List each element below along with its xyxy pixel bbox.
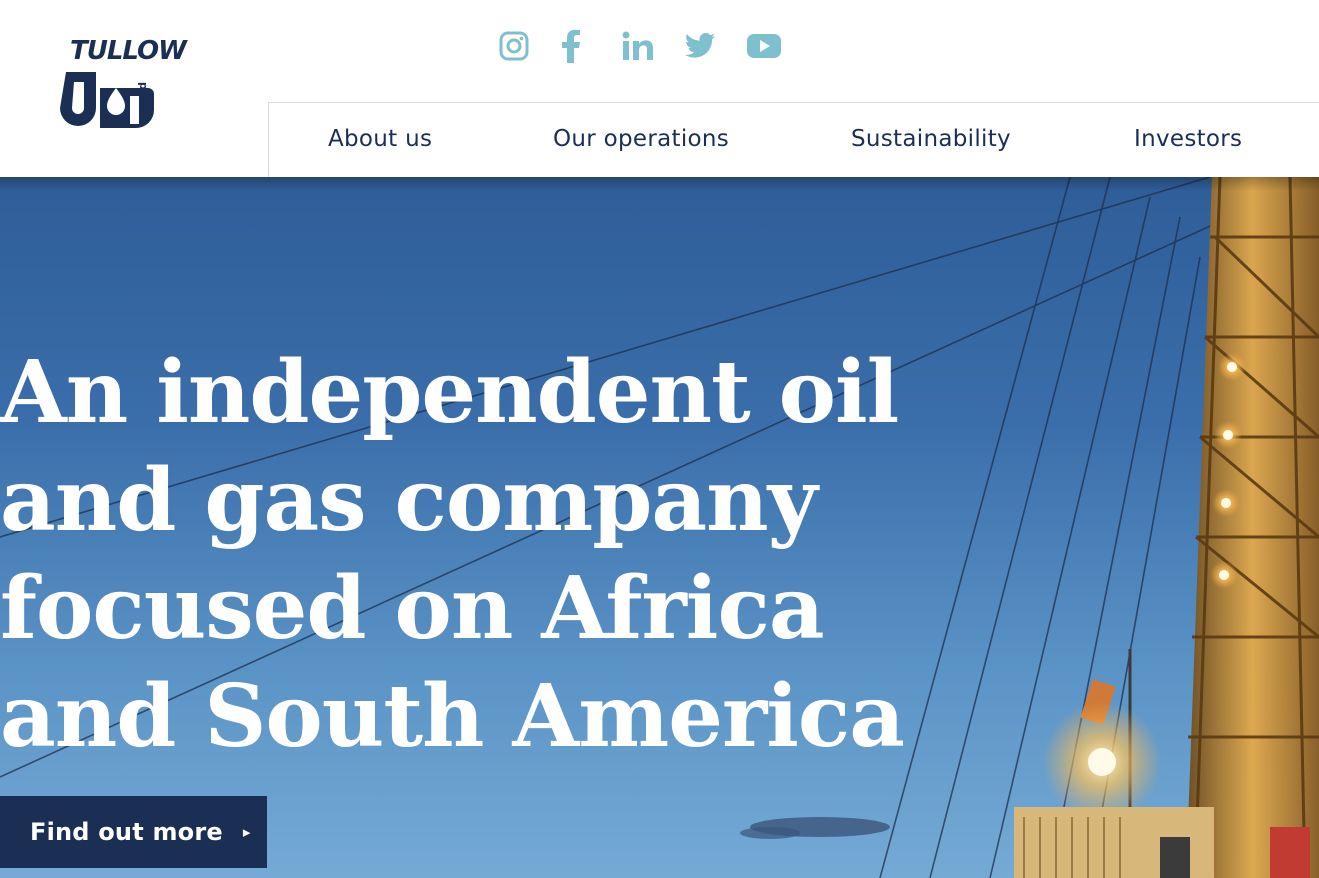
instagram-link[interactable] [498, 28, 560, 64]
linkedin-link[interactable] [622, 28, 684, 64]
header-shadow [0, 177, 1319, 191]
hero-headline-line-1: An independent oil [0, 342, 899, 443]
twitter-icon [685, 33, 715, 58]
youtube-link[interactable] [746, 28, 808, 64]
nav-item-about-us[interactable]: About us [328, 103, 432, 177]
social-links [498, 28, 808, 64]
nav-item-our-operations[interactable]: Our operations [553, 103, 729, 177]
logo-wordmark: TULLOW [70, 36, 187, 66]
main-navigation: About us Our operations Sustainability I… [268, 102, 1319, 177]
nav-item-investors[interactable]: Investors [1134, 103, 1242, 177]
play-arrow-icon: ▸ [242, 823, 251, 841]
hero-headline-line-2: and gas company [0, 450, 818, 551]
facebook-link[interactable] [560, 28, 622, 64]
youtube-icon [747, 34, 781, 58]
find-out-more-button[interactable]: Find out more ▸ [0, 796, 267, 868]
tullow-logo[interactable]: TULLOW plc [56, 36, 187, 136]
nav-item-sustainability[interactable]: Sustainability [851, 103, 1011, 177]
hero-headline-line-3: focused on Africa [0, 558, 825, 659]
linkedin-icon [622, 31, 653, 60]
hero-headline-line-4: and South America [0, 666, 905, 767]
instagram-icon [499, 31, 529, 61]
hero-banner: An independent oil and gas company focus… [0, 177, 1319, 878]
facebook-icon [562, 29, 580, 63]
logo-plc-label: plc [137, 82, 150, 101]
twitter-link[interactable] [684, 28, 746, 64]
hero-headline: An independent oil and gas company focus… [0, 339, 905, 771]
site-header: TULLOW plc About us Our operations Susta… [0, 0, 1319, 177]
find-out-more-label: Find out more [30, 818, 223, 846]
